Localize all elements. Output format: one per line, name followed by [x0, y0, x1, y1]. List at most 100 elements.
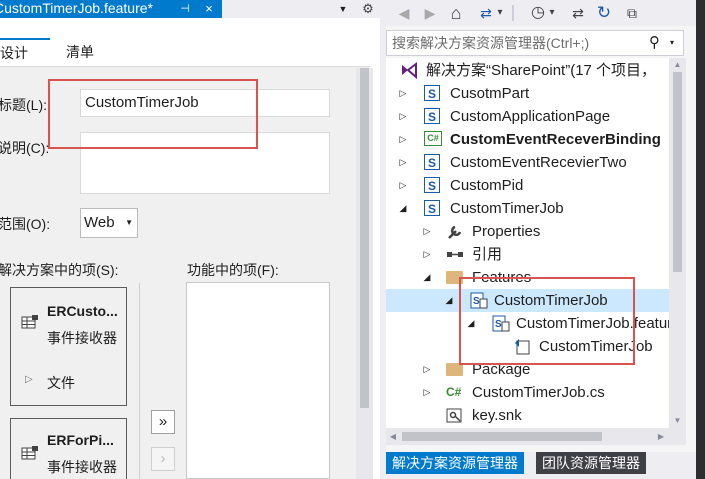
project-icon: [424, 106, 442, 129]
expand-arrow-icon[interactable]: ▷: [421, 358, 433, 381]
tab-design-label: 设计: [0, 45, 28, 61]
expand-arrow-icon[interactable]: ▷: [421, 381, 433, 404]
feature-designer: CustomTimerJob.feature* ⊣ × ▼ ⚙ 设计 清单 标题…: [0, 0, 380, 479]
tree-row-solution[interactable]: 解决方案“SharePoint”(17 个项目，: [386, 59, 686, 82]
tree-row-references[interactable]: ▷ 引用: [386, 243, 686, 266]
tree-row-properties[interactable]: ▷ Properties: [386, 220, 686, 243]
home-icon[interactable]: ⌂: [446, 3, 466, 23]
chevron-down-icon[interactable]: ▾: [546, 3, 558, 23]
pin-icon[interactable]: ⊣: [177, 0, 193, 18]
collapse-arrow-icon[interactable]: ◢: [397, 197, 409, 220]
tree-row-label: key.snk: [472, 407, 522, 424]
tree-row-label: CustomPid: [450, 177, 524, 194]
document-tab-title: CustomTimerJob.feature*: [0, 0, 153, 16]
switch-views-icon[interactable]: ⇄: [476, 3, 496, 23]
solution-tree: 解决方案“SharePoint”(17 个项目， ▷ CusotmPart ▷ …: [386, 58, 686, 428]
solution-item-card[interactable]: ERCusto... 事件接收器 ▷ 文件: [10, 287, 127, 406]
feature-items-label: 功能中的项(F):: [187, 262, 279, 278]
expand-arrow-icon[interactable]: ▷: [397, 151, 409, 174]
refresh-icon[interactable]: ↻: [594, 3, 614, 23]
gear-icon[interactable]: ⚙: [360, 0, 376, 18]
search-icon[interactable]: ⚲: [649, 34, 667, 52]
tree-horizontal-scrollbar[interactable]: ◀ ▶: [386, 428, 686, 445]
expand-arrow-icon[interactable]: ▷: [421, 220, 433, 243]
forward-icon[interactable]: ▶: [420, 3, 440, 23]
solution-icon: [402, 62, 417, 79]
search-input[interactable]: 搜索解决方案资源管理器(Ctrl+;) ⚲ ▾: [386, 30, 684, 56]
project-icon: [424, 175, 442, 198]
expand-arrow-icon[interactable]: ▷: [421, 243, 433, 266]
back-icon[interactable]: ◀: [394, 3, 414, 23]
collapse-arrow-icon[interactable]: ◢: [443, 289, 455, 312]
solution-explorer: ◀ ▶ ⌂ ⇄ ▾ ◷ ▾ ⇄ ↻ ⧉ 搜索解决方案资源管理器(Ctrl+;) …: [386, 0, 705, 479]
scope-select[interactable]: Web ▼: [80, 208, 138, 238]
chevron-down-icon[interactable]: ▾: [670, 34, 682, 52]
scrollbar-thumb[interactable]: [402, 432, 602, 441]
references-icon: [447, 252, 463, 257]
toolbar-separator: [512, 5, 514, 21]
scrollbar-thumb[interactable]: [673, 72, 682, 272]
tree-row-project[interactable]: ▷ CustomEventRecevierTwo: [386, 151, 686, 175]
history-icon[interactable]: ◷: [528, 3, 548, 23]
tree-row-label: CusotmPart: [450, 85, 530, 102]
highlight-box: [459, 277, 635, 365]
tree-row-project[interactable]: ▷ CustomApplicationPage: [386, 105, 686, 129]
tree-row-label: 引用: [472, 246, 503, 263]
collapse-arrow-icon[interactable]: ◢: [421, 266, 433, 289]
project-icon: [424, 83, 442, 106]
close-icon[interactable]: ×: [201, 0, 217, 18]
designer-tab-bar: 设计 清单: [0, 38, 380, 66]
scroll-right-icon[interactable]: ▶: [654, 428, 668, 445]
tree-row-label: CustomApplicationPage: [450, 108, 611, 125]
tree-row-file[interactable]: ▷ C# CustomTimerJob.cs: [386, 381, 686, 404]
tab-design[interactable]: 设计: [0, 38, 50, 66]
tab-team-explorer[interactable]: 团队资源管理器: [536, 452, 646, 474]
tree-row-label: CustomTimerJob: [450, 200, 564, 217]
tab-solution-explorer[interactable]: 解决方案资源管理器: [386, 452, 524, 474]
scroll-left-icon[interactable]: ◀: [386, 428, 400, 445]
tree-row-label: CustomEventReceverBinding: [450, 131, 661, 148]
event-receiver-icon: [21, 315, 38, 329]
scope-value: Web: [84, 214, 115, 231]
scope-label: 范围(O):: [0, 216, 51, 232]
event-receiver-icon: [21, 446, 38, 460]
chevron-down-icon[interactable]: ▼: [336, 0, 350, 18]
scrollbar-thumb[interactable]: [360, 68, 369, 408]
expand-arrow-icon[interactable]: ▷: [397, 174, 409, 197]
tree-vertical-scrollbar[interactable]: ▲ ▼: [669, 58, 686, 428]
key-icon: [446, 408, 462, 423]
tree-row-project[interactable]: ◢ CustomTimerJob: [386, 197, 686, 221]
tree-row-project[interactable]: ▷ C# CustomEventReceverBinding: [386, 128, 686, 151]
tree-row-file[interactable]: key.snk: [386, 404, 686, 427]
expand-arrow-icon[interactable]: ▷: [397, 128, 409, 151]
solution-items-label: 解决方案中的项(S):: [0, 262, 119, 278]
expand-arrow-icon[interactable]: ▷: [397, 82, 409, 105]
tree-row-label: CustomEventRecevierTwo: [450, 154, 627, 171]
tab-manifest[interactable]: 清单: [66, 38, 106, 66]
search-placeholder: 搜索解决方案资源管理器(Ctrl+;): [392, 35, 590, 51]
document-tab-strip: CustomTimerJob.feature* ⊣ × ▼ ⚙: [0, 0, 380, 18]
solution-item-type: 事件接收器: [47, 459, 117, 475]
move-left-button[interactable]: ›: [151, 447, 175, 471]
expand-arrow-icon[interactable]: ▷: [25, 374, 33, 385]
expand-arrow-icon[interactable]: ▷: [397, 105, 409, 128]
solution-item-name: ERForPi...: [47, 432, 114, 448]
feature-items-list[interactable]: [186, 282, 330, 479]
tree-row-label: 解决方案“SharePoint”(17 个项目，: [426, 62, 657, 79]
highlight-box: [48, 79, 258, 149]
solution-item-card[interactable]: ERForPi... 事件接收器: [10, 418, 127, 479]
collapse-all-icon[interactable]: ⧉: [622, 3, 642, 23]
scroll-down-icon[interactable]: ▼: [669, 414, 686, 428]
document-tab[interactable]: CustomTimerJob.feature* ⊣ ×: [0, 0, 222, 18]
project-icon: [424, 198, 442, 221]
window-edge: [696, 0, 705, 479]
tree-row-project[interactable]: ▷ CustomPid: [386, 174, 686, 198]
wrench-icon: [448, 225, 462, 239]
tree-row-project[interactable]: ▷ CusotmPart: [386, 82, 686, 106]
move-right-button[interactable]: »: [151, 410, 175, 434]
chevron-down-icon[interactable]: ▾: [494, 3, 506, 23]
tab-manifest-label: 清单: [66, 44, 94, 60]
sync-icon[interactable]: ⇄: [568, 3, 588, 23]
scroll-up-icon[interactable]: ▲: [669, 58, 686, 72]
designer-scrollbar[interactable]: [356, 68, 373, 479]
